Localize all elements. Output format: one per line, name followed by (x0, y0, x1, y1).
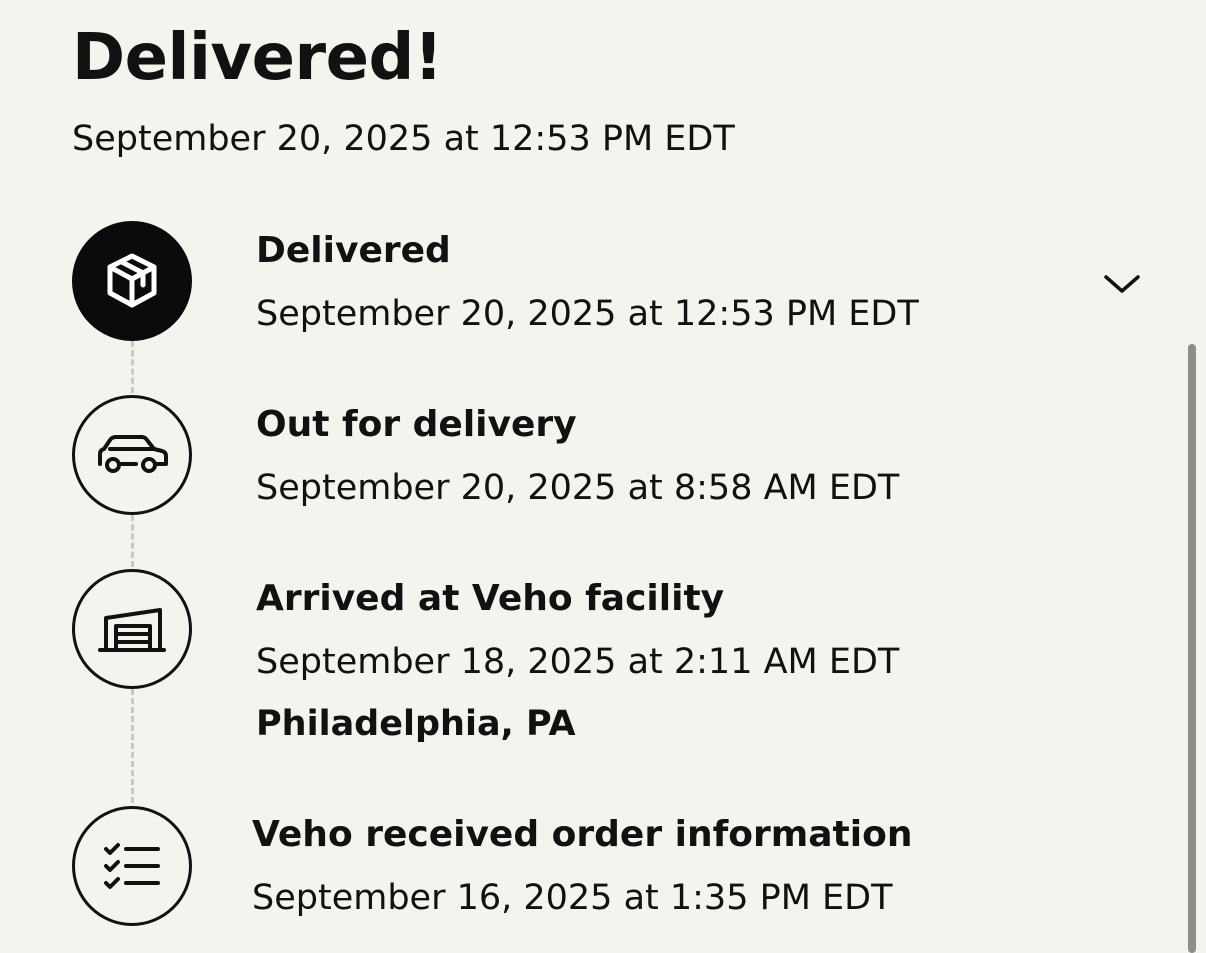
step-title: Out for delivery (256, 404, 577, 445)
step-date: September 20, 2025 at 12:53 PM EDT (256, 294, 919, 334)
tracking-timeline: Delivered September 20, 2025 at 12:53 PM… (0, 0, 1206, 953)
warehouse-icon (72, 569, 192, 689)
timeline-connector (131, 341, 134, 393)
timeline-step-arrived-facility: Arrived at Veho facility September 18, 2… (256, 577, 899, 747)
chevron-down-icon (1104, 275, 1140, 293)
tracking-page: Delivered! September 20, 2025 at 12:53 P… (0, 0, 1206, 953)
step-title: Arrived at Veho facility (256, 578, 725, 619)
car-icon (72, 395, 192, 515)
timeline-step-out-for-delivery: Out for delivery September 20, 2025 at 8… (256, 403, 899, 511)
step-title: Veho received order information (252, 814, 913, 855)
timeline-connector (131, 515, 134, 567)
step-date: September 20, 2025 at 8:58 AM EDT (256, 468, 900, 508)
timeline-step-delivered: Delivered September 20, 2025 at 12:53 PM… (256, 229, 919, 337)
expand-toggle-button[interactable] (1098, 264, 1146, 304)
scrollbar-thumb[interactable] (1188, 344, 1196, 953)
timeline-connector (131, 689, 134, 803)
checklist-icon (72, 806, 192, 926)
step-date: September 16, 2025 at 1:35 PM EDT (252, 878, 893, 918)
package-icon (72, 221, 192, 341)
step-title: Delivered (256, 230, 451, 271)
step-location: Philadelphia, PA (256, 704, 576, 744)
timeline-step-order-received: Veho received order information Septembe… (252, 813, 912, 921)
step-date: September 18, 2025 at 2:11 AM EDT (256, 642, 900, 682)
